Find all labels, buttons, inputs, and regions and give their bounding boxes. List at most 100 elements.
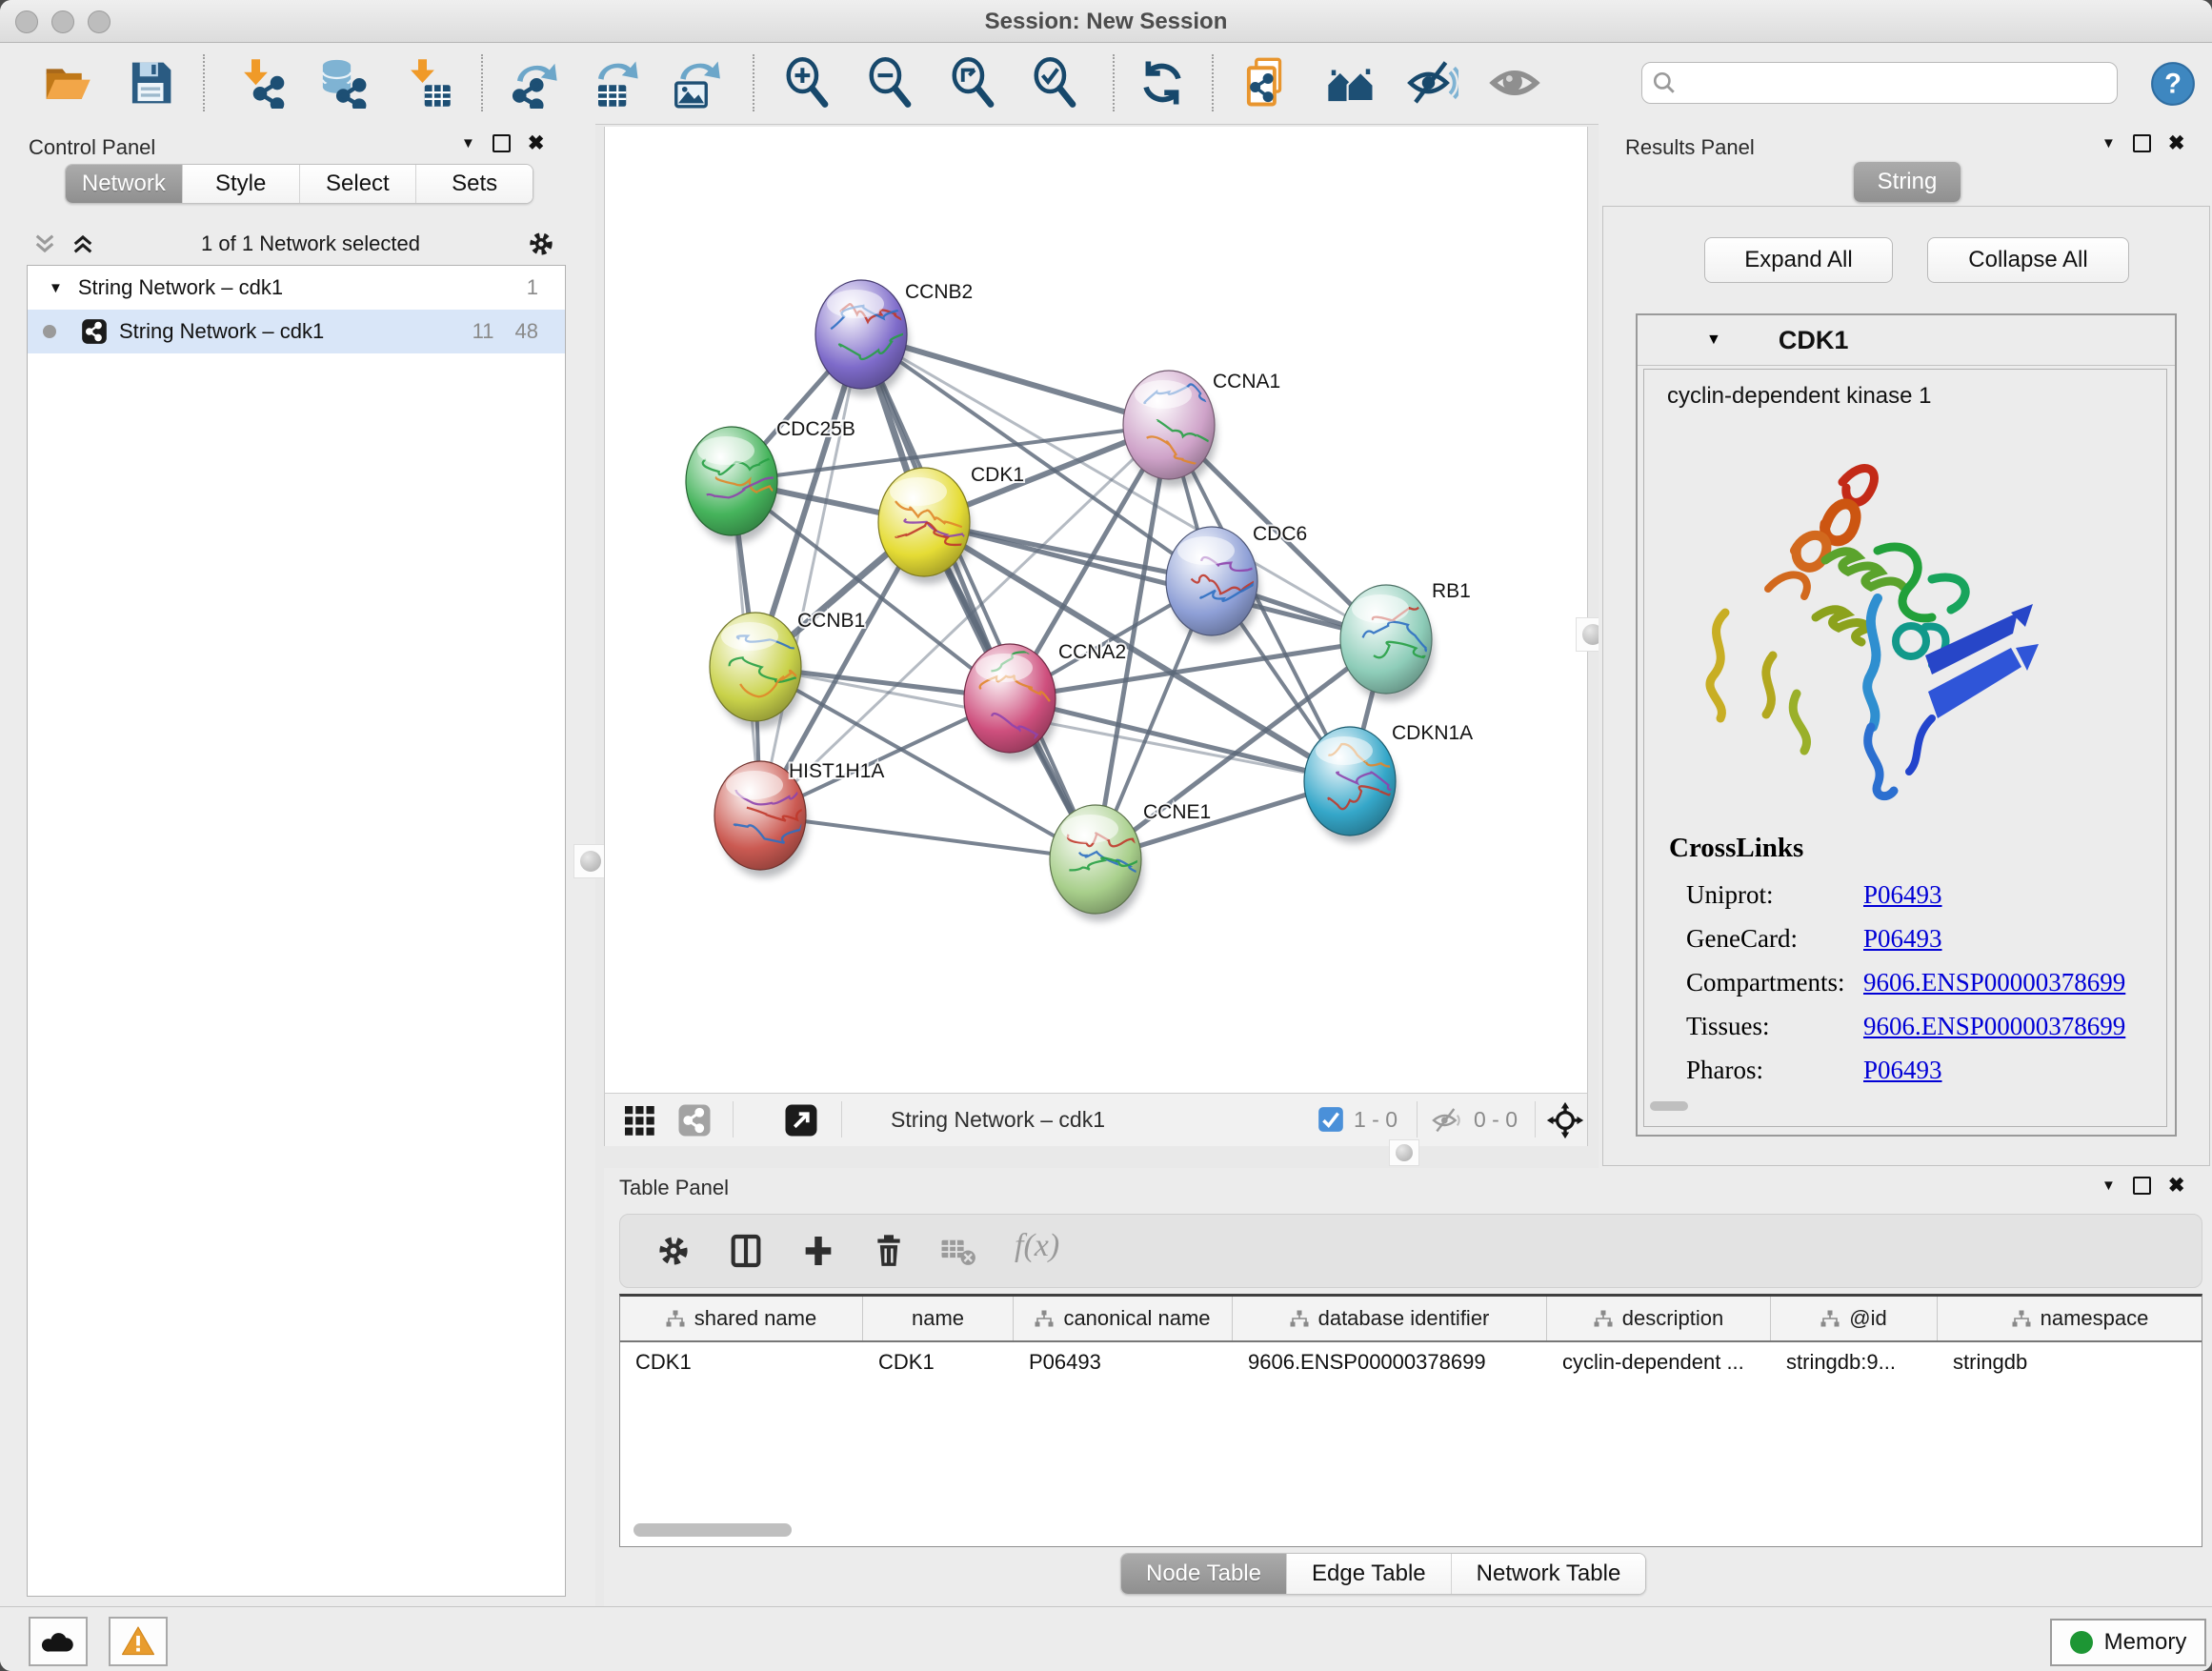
network-node-CCNE1[interactable]: CCNE1 — [1050, 801, 1211, 921]
column-header-canonical-name[interactable]: canonical name — [1014, 1297, 1233, 1340]
table-cell[interactable]: stringdb — [1938, 1342, 2202, 1382]
network-node-CCNB2[interactable]: CCNB2 — [815, 280, 973, 396]
panel-maximize-button[interactable] — [2133, 1177, 2151, 1195]
column-header-database-identifier[interactable]: database identifier — [1233, 1297, 1547, 1340]
left-splitter-handle[interactable] — [573, 844, 608, 878]
tree-expander-icon[interactable]: ▼ — [49, 280, 63, 296]
apply-layout-button[interactable] — [1134, 50, 1191, 115]
table-cell[interactable]: CDK1 — [620, 1342, 863, 1382]
network-view-mode-button[interactable] — [677, 1103, 712, 1142]
column-header-namespace[interactable]: namespace — [1938, 1297, 2202, 1340]
network-node-CDC6[interactable]: CDC6 — [1166, 523, 1307, 643]
network-collection-row[interactable]: ▼ String Network – cdk1 1 — [28, 266, 565, 310]
network-row[interactable]: String Network – cdk1 11 48 — [28, 310, 565, 353]
import-network-file-button[interactable] — [231, 50, 289, 115]
tab-style[interactable]: Style — [183, 165, 300, 203]
export-image-button[interactable] — [667, 50, 724, 115]
expand-all-button[interactable]: Expand All — [1704, 237, 1893, 283]
crosslink-link[interactable]: P06493 — [1863, 880, 1942, 910]
panel-maximize-button[interactable] — [2133, 134, 2151, 152]
table-cell[interactable]: P06493 — [1014, 1342, 1233, 1382]
tab-select[interactable]: Select — [300, 165, 417, 203]
open-session-button[interactable] — [38, 50, 95, 115]
tab-network[interactable]: Network — [66, 165, 183, 203]
export-network-button[interactable] — [506, 50, 563, 115]
results-scrollbar-thumb[interactable] — [1650, 1101, 1688, 1111]
zoom-fit-button[interactable] — [945, 50, 1002, 115]
network-node-CDK1[interactable]: CDK1 — [878, 464, 1024, 584]
column-header-shared-name[interactable]: shared name — [620, 1297, 863, 1340]
panel-close-button[interactable]: ✖ — [2168, 1176, 2185, 1196]
tab-sets[interactable]: Sets — [416, 165, 533, 203]
panel-maximize-button[interactable] — [493, 134, 511, 152]
network-node-RB1[interactable]: RB1 — [1340, 580, 1471, 701]
pan-mode-button[interactable] — [1546, 1101, 1584, 1144]
crosslink-link[interactable]: P06493 — [1863, 924, 1942, 954]
zoom-in-button[interactable] — [779, 50, 836, 115]
network-node-CCNA1[interactable]: CCNA1 — [1123, 371, 1280, 487]
add-column-button[interactable] — [799, 1232, 837, 1275]
column-header-label: namespace — [2041, 1306, 2149, 1331]
show-columns-button[interactable] — [727, 1232, 765, 1275]
tab-string[interactable]: String — [1854, 162, 1961, 202]
expand-all-icon[interactable] — [70, 232, 95, 256]
tab-edge-table[interactable]: Edge Table — [1287, 1554, 1452, 1594]
delete-table-button[interactable] — [940, 1236, 978, 1273]
network-graph[interactable]: CCNB2CCNA1CDC25BCDK1CDC6RB1CCNB1CCNA2CDK… — [605, 127, 1587, 1093]
function-builder-button[interactable]: f(x) — [1015, 1228, 1059, 1264]
delete-column-button[interactable] — [870, 1232, 908, 1275]
help-button[interactable]: ? — [2149, 60, 2197, 112]
network-edge[interactable] — [861, 334, 1096, 859]
column-header-description[interactable]: description — [1547, 1297, 1771, 1340]
first-neighbors-button[interactable] — [1322, 50, 1379, 115]
selected-elements-checkbox[interactable] — [1317, 1106, 1344, 1137]
crosslink-link[interactable]: 9606.ENSP00000378699 — [1863, 1012, 2125, 1041]
zoom-selected-button[interactable] — [1027, 50, 1084, 115]
panel-float-button[interactable]: ▼ — [2101, 135, 2116, 151]
network-node-HIST1H1A[interactable]: HIST1H1A — [714, 760, 884, 877]
hidden-elements-indicator[interactable] — [1432, 1106, 1462, 1139]
show-hide-graphics-details-button[interactable] — [1404, 50, 1461, 115]
crosslink-link[interactable]: P06493 — [1863, 1056, 1942, 1085]
horizontal-splitter-handle[interactable] — [1389, 1139, 1419, 1166]
column-header--id[interactable]: @id — [1771, 1297, 1938, 1340]
table-cell[interactable]: 9606.ENSP00000378699 — [1233, 1342, 1547, 1382]
memory-button[interactable]: Memory — [2050, 1619, 2206, 1666]
column-header-name[interactable]: name — [863, 1297, 1014, 1340]
network-edge[interactable] — [1010, 698, 1350, 781]
collapse-all-icon[interactable] — [32, 232, 57, 256]
grid-view-button[interactable] — [622, 1103, 656, 1142]
new-network-from-selection-button[interactable] — [1238, 50, 1296, 115]
gene-entry-header[interactable]: ▼ CDK1 — [1638, 315, 2175, 366]
zoom-out-button[interactable] — [862, 50, 919, 115]
panel-close-button[interactable]: ✖ — [528, 133, 545, 153]
table-row[interactable]: CDK1CDK1P064939606.ENSP00000378699cyclin… — [620, 1342, 2202, 1382]
warnings-button[interactable] — [109, 1617, 168, 1666]
tab-network-table[interactable]: Network Table — [1452, 1554, 1646, 1594]
collapse-all-button[interactable]: Collapse All — [1927, 237, 2129, 283]
collapse-entry-icon[interactable]: ▼ — [1706, 332, 1721, 349]
birds-eye-view-button[interactable] — [1486, 50, 1543, 115]
import-network-database-button[interactable] — [312, 50, 370, 115]
network-edge[interactable] — [760, 334, 861, 815]
table-settings-button[interactable] — [654, 1232, 693, 1275]
crosslink-link[interactable]: 9606.ENSP00000378699 — [1863, 968, 2125, 997]
network-edge[interactable] — [760, 815, 1096, 859]
gear-icon[interactable] — [526, 229, 556, 259]
table-cell[interactable]: CDK1 — [863, 1342, 1014, 1382]
table-cell[interactable]: stringdb:9... — [1771, 1342, 1938, 1382]
tab-node-table[interactable]: Node Table — [1121, 1554, 1287, 1594]
save-session-button[interactable] — [122, 50, 179, 115]
table-scrollbar-thumb[interactable] — [633, 1523, 792, 1537]
import-table-file-button[interactable] — [398, 50, 455, 115]
panel-float-button[interactable]: ▼ — [2101, 1178, 2116, 1194]
network-canvas[interactable]: CCNB2CCNA1CDC25BCDK1CDC6RB1CCNB1CCNA2CDK… — [604, 127, 1588, 1093]
export-table-button[interactable] — [587, 50, 644, 115]
detach-view-button[interactable] — [784, 1103, 818, 1142]
panel-close-button[interactable]: ✖ — [2168, 133, 2185, 153]
network-node-CDKN1A[interactable]: CDKN1A — [1304, 722, 1473, 843]
panel-float-button[interactable]: ▼ — [461, 135, 475, 151]
cloud-status-button[interactable] — [29, 1617, 88, 1666]
table-cell[interactable]: cyclin-dependent ... — [1547, 1342, 1771, 1382]
search-input[interactable] — [1677, 70, 2117, 96]
